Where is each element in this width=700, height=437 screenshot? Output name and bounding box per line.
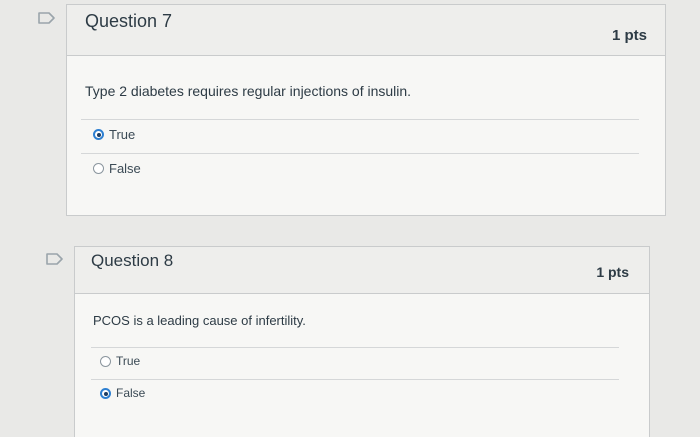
radio-selected-icon[interactable] — [100, 388, 111, 399]
question-card-7: Question 7 1 pts Type 2 diabetes require… — [66, 4, 666, 216]
question-text: PCOS is a leading cause of infertility. — [93, 313, 306, 328]
question-text: Type 2 diabetes requires regular injecti… — [85, 83, 412, 99]
question-title: Question 8 — [91, 251, 174, 270]
answer-label: False — [109, 161, 141, 176]
answer-divider — [81, 119, 639, 120]
radio-selected-icon[interactable] — [93, 129, 104, 140]
radio-unselected-icon[interactable] — [100, 356, 111, 367]
question-title: Question 7 — [85, 11, 173, 31]
question-points: 1 pts — [596, 264, 629, 280]
flag-icon[interactable] — [38, 12, 56, 24]
answer-label: True — [116, 354, 141, 368]
answer-divider — [81, 153, 639, 154]
question-card-8: Question 8 1 pts PCOS is a leading cause… — [74, 246, 650, 437]
answer-option-false[interactable]: False — [81, 153, 639, 183]
answer-option-true[interactable]: True — [91, 347, 619, 377]
question-points: 1 pts — [611, 27, 647, 44]
radio-unselected-icon[interactable] — [93, 163, 104, 174]
answer-label: False — [116, 386, 146, 400]
answer-divider — [91, 379, 619, 380]
answer-option-false[interactable]: False — [91, 379, 619, 409]
answer-divider — [91, 347, 619, 348]
flag-icon[interactable] — [46, 253, 64, 265]
answer-option-true[interactable]: True — [81, 119, 639, 149]
answer-label: True — [109, 127, 136, 142]
